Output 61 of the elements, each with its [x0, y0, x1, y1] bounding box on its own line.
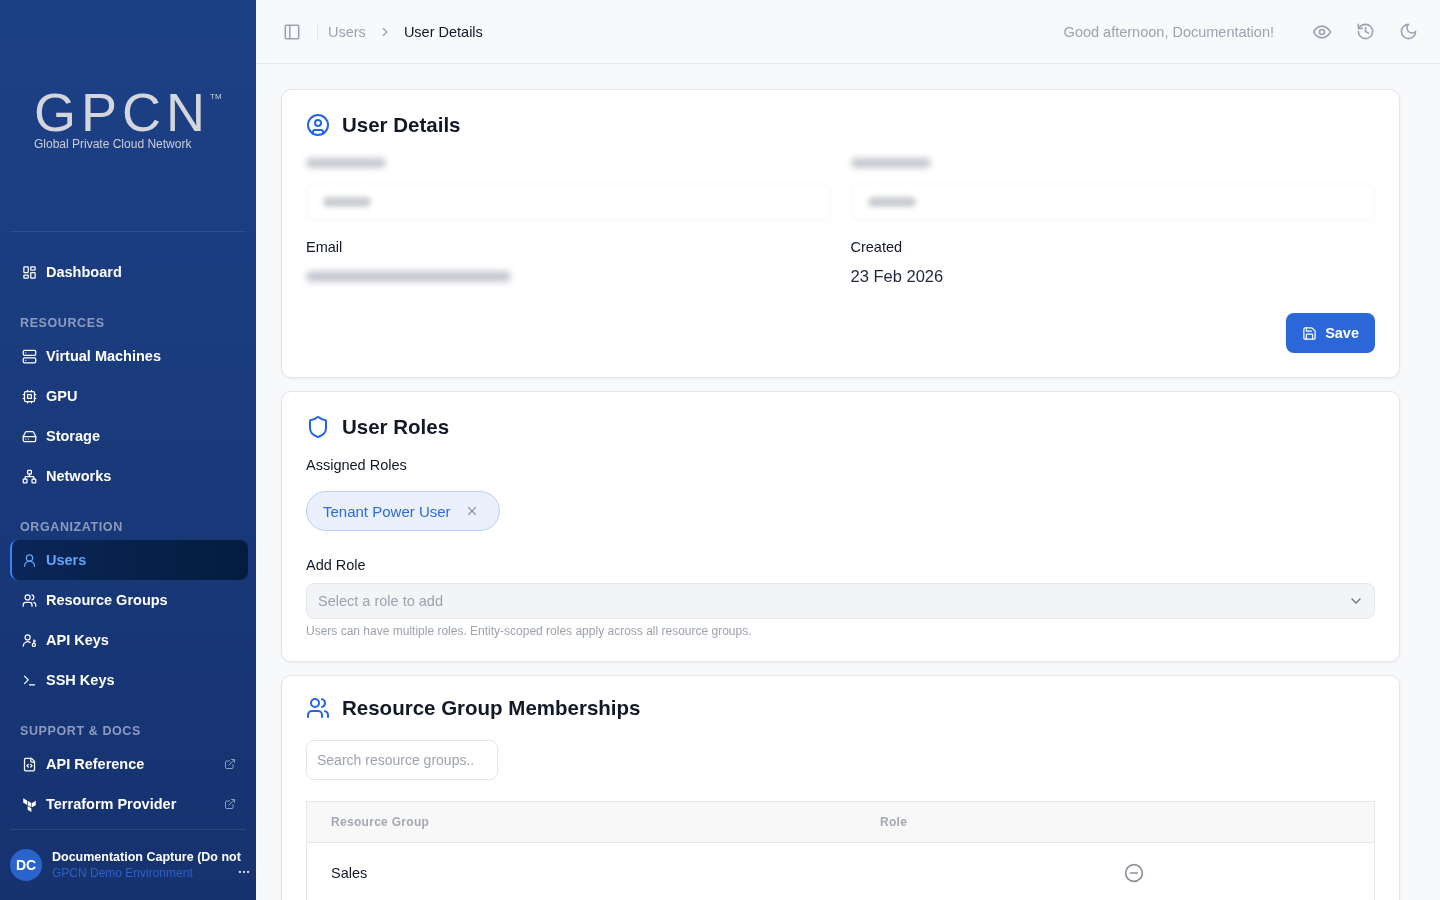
minus-circle-icon[interactable]: [1124, 863, 1144, 883]
user-avatar: DC: [10, 849, 42, 881]
blurred-text: [323, 197, 371, 207]
network-icon: [22, 468, 37, 484]
nav-item[interactable]: GPU: [10, 376, 248, 416]
terminal-icon: [22, 672, 37, 688]
field-label: Created: [850, 239, 904, 255]
nav-item[interactable]: API Keys: [10, 620, 248, 660]
blurred-input-field[interactable]: [850, 183, 1375, 221]
user-icon: [22, 552, 37, 568]
user-subtitle: GPCN Demo Environment: [52, 866, 193, 880]
nav-item[interactable]: Terraform Provider: [10, 784, 248, 824]
external-link-icon: [224, 798, 236, 810]
users-icon: [22, 592, 37, 608]
section-heading: SUPPORT & DOCS: [20, 723, 142, 739]
field-label: Assigned Roles: [306, 457, 408, 473]
card-title: User Roles: [342, 415, 450, 439]
shield-icon: [306, 415, 330, 439]
section-heading: ORGANIZATION: [20, 519, 124, 535]
field-value: 23 Feb 2026: [850, 266, 944, 286]
column-header: Role: [880, 815, 908, 829]
column-header: Resource Group: [331, 815, 430, 829]
table-cell: Sales: [331, 865, 368, 881]
nav-item[interactable]: Networks: [10, 456, 248, 496]
card-title: User Details: [342, 113, 461, 137]
trademark: TM: [210, 92, 222, 101]
logo-tagline: Global Private Cloud Network: [34, 137, 193, 151]
nav-item[interactable]: Resource Groups: [10, 580, 248, 620]
users-icon: [306, 696, 330, 720]
nav-item[interactable]: Virtual Machines: [10, 336, 248, 376]
logo-icon: [22, 796, 37, 812]
field-label: Add Role: [306, 557, 367, 573]
hint-text: Users can have multiple roles. Entity-scoped roles apply across all resource groups.: [306, 625, 753, 637]
drive-icon: [22, 428, 37, 444]
moon-icon[interactable]: [1399, 22, 1418, 41]
nav-item[interactable]: Storage: [10, 416, 248, 456]
field-label: Email: [306, 239, 344, 255]
logo-wordmark: GPCN: [34, 88, 210, 136]
nav-item[interactable]: API Reference: [10, 744, 248, 784]
user-name: Documentation Capture (Do not: [52, 850, 242, 864]
card-title: Resource Group Memberships: [342, 696, 641, 720]
chip-icon: [22, 388, 37, 404]
blurred-input-field[interactable]: [306, 183, 831, 221]
history-icon[interactable]: [1356, 22, 1375, 41]
user-circle-icon: [306, 113, 330, 137]
search-field[interactable]: Search resource groups..: [306, 740, 498, 780]
server-icon: [22, 348, 37, 364]
nav-item[interactable]: Users: [10, 540, 248, 580]
nav-item[interactable]: SSH Keys: [10, 660, 248, 700]
user-key-icon: [22, 632, 37, 648]
greeting: Good afternoon, Documentation!: [1063, 23, 1274, 40]
breadcrumb[interactable]: User Details: [403, 23, 483, 40]
file-code-icon: [22, 756, 37, 772]
blurred-text: [867, 197, 916, 207]
nav-item[interactable]: Dashboard: [10, 252, 248, 292]
sidebar-toggle-icon[interactable]: [283, 22, 301, 41]
section-heading: RESOURCES: [20, 315, 106, 331]
role-name: Tenant Power User: [323, 502, 451, 520]
external-link-icon: [224, 758, 236, 770]
save-button[interactable]: Save: [1286, 313, 1375, 353]
dashboard-icon: [22, 264, 37, 280]
